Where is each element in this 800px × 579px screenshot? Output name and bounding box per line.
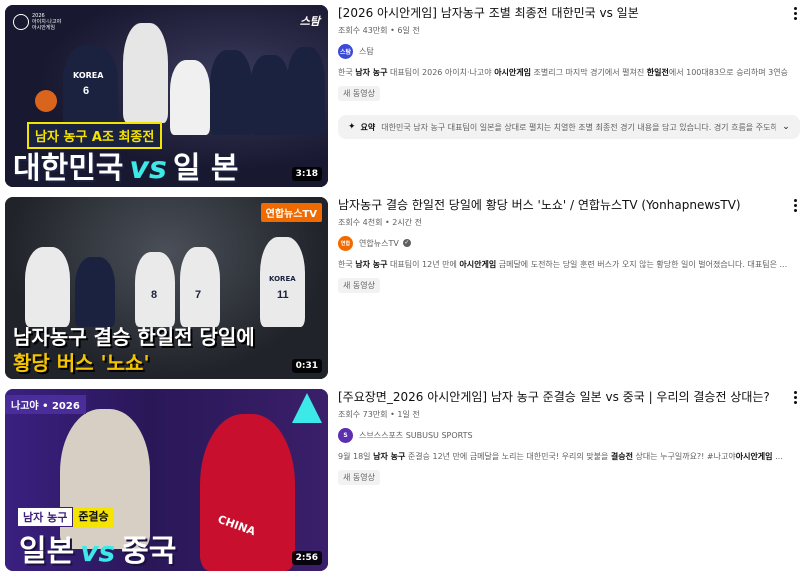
jersey-number: 8: [151, 289, 158, 301]
channel-corner-logo: 스탐: [299, 15, 320, 28]
jersey-text: KOREA: [269, 275, 296, 283]
player-figure: [75, 257, 115, 327]
video-description: 9월 18일 남자 농구 준결승 12년 만에 금메달을 노리는 대한민국! 우…: [338, 452, 783, 461]
new-video-badge: 새 동영상: [338, 470, 380, 485]
headline-right: 일 본: [172, 151, 239, 186]
video-row-2[interactable]: 8 7 KOREA 11 연합뉴스TV 남자농구 결승 한일전 당일에 황당 버…: [0, 197, 800, 381]
ai-summary[interactable]: ✦ 요약 대한민국 남자 농구 대표팀이 일본을 상대로 펼치는 치열한 조별 …: [338, 115, 800, 139]
video-description: 한국 남자 농구 대표팀이 12년 만에 아시안게임 금메달에 도전하는 당일 …: [338, 260, 788, 269]
subtitle-right: 준결승: [73, 507, 114, 527]
more-options-icon[interactable]: [794, 7, 798, 20]
basketball-icon: [35, 90, 57, 112]
headline-left: 일본: [19, 534, 75, 569]
asian-games-logo: 2026 아이치·나고야 아시안게임: [13, 13, 61, 31]
thumbnail-headline: 일본 vs 중국: [19, 526, 176, 570]
channel-avatar[interactable]: 스탐: [338, 43, 353, 59]
video-title[interactable]: [주요장면_2026 아시안게임] 남자 농구 준결승 일본 vs 중국 | 우…: [338, 389, 788, 405]
video-meta: 조회수 43만회 • 6일 전: [338, 26, 420, 35]
logo-text-3: 아시안게임: [32, 25, 56, 31]
channel-name[interactable]: 연합뉴스TV: [359, 238, 399, 249]
headline-left: 대한민국: [13, 151, 124, 186]
more-options-icon[interactable]: [794, 199, 798, 212]
video-meta: 조회수 4천회 • 2시간 전: [338, 218, 422, 227]
headline-line-2: 황당 버스 '노쇼': [13, 351, 150, 375]
player-figure: [250, 55, 290, 135]
player-figure: [123, 23, 168, 123]
video-info: 남자농구 결승 한일전 당일에 황당 버스 '노쇼' / 연합뉴스TV (Yon…: [338, 197, 788, 293]
player-figure: [180, 247, 220, 327]
player-figure: [170, 60, 210, 135]
player-figure: [287, 47, 325, 135]
jersey-number: 11: [277, 289, 289, 301]
headline-vs: vs: [80, 535, 116, 568]
chevron-down-icon[interactable]: ⌄: [782, 122, 790, 132]
headline-vs: vs: [129, 151, 167, 186]
video-duration: 2:56: [291, 551, 322, 565]
channel-name[interactable]: 스브스스포츠 SUBUSU SPORTS: [359, 430, 473, 441]
channel-avatar[interactable]: S: [338, 427, 353, 443]
headline-line-1: 남자농구 결승 한일전 당일에: [13, 325, 255, 349]
new-video-badge: 새 동영상: [338, 86, 380, 101]
summary-text: 대한민국 남자 농구 대표팀이 일본을 상대로 펼치는 치열한 조별 최종전 경…: [381, 122, 777, 132]
thumbnail-headline: 대한민국 vs 일 본: [13, 143, 238, 187]
verified-icon: ✓: [402, 239, 411, 247]
subtitle-left: 남자 농구: [17, 507, 74, 527]
jersey-text: KOREA: [73, 71, 104, 80]
channel-corner-logo: 연합뉴스TV: [260, 203, 322, 222]
channel-info[interactable]: S 스브스스포츠 SUBUSU SPORTS: [338, 427, 788, 443]
video-duration: 3:18: [291, 167, 322, 181]
video-row-3[interactable]: CHINA 나고야 • 2026 남자 농구 준결승 일본 vs 중국 2:56…: [0, 389, 800, 573]
jersey-number: 7: [195, 289, 202, 301]
video-title[interactable]: [2026 아시안게임] 남자농구 조별 최종전 대한민국 vs 일본: [338, 5, 788, 21]
channel-info[interactable]: 스탐 스탐: [338, 43, 788, 59]
logo-emblem-icon: [13, 14, 29, 30]
video-info: [2026 아시안게임] 남자농구 조별 최종전 대한민국 vs 일본 조회수 …: [338, 5, 788, 101]
video-meta: 조회수 73만회 • 1일 전: [338, 410, 420, 419]
channel-avatar[interactable]: 연합: [338, 235, 353, 251]
video-description: 한국 남자 농구 대표팀이 2026 아이치·나고야 아시안게임 조별리그 마지…: [338, 68, 788, 77]
video-thumbnail[interactable]: CHINA 나고야 • 2026 남자 농구 준결승 일본 vs 중국 2:56: [5, 389, 328, 571]
new-video-badge: 새 동영상: [338, 278, 380, 293]
video-thumbnail[interactable]: 8 7 KOREA 11 연합뉴스TV 남자농구 결승 한일전 당일에 황당 버…: [5, 197, 328, 379]
video-row-1[interactable]: 6 KOREA 2026 아이치·나고야 아시안게임 스탐 남자 농구 A조 최…: [0, 5, 800, 189]
more-options-icon[interactable]: [794, 391, 798, 404]
player-figure: [210, 50, 252, 135]
summary-label: 요약: [360, 122, 376, 132]
player-figure: [25, 247, 70, 327]
sparkle-icon: ✦: [348, 122, 356, 132]
video-duration: 0:31: [291, 359, 322, 373]
video-info: [주요장면_2026 아시안게임] 남자 농구 준결승 일본 vs 중국 | 우…: [338, 389, 788, 485]
thumbnail-subtitle: 남자 농구 준결승: [17, 507, 114, 527]
player-figure: [200, 414, 295, 571]
channel-name[interactable]: 스탐: [359, 46, 374, 57]
channel-info[interactable]: 연합 연합뉴스TV ✓: [338, 235, 788, 251]
video-title[interactable]: 남자농구 결승 한일전 당일에 황당 버스 '노쇼' / 연합뉴스TV (Yon…: [338, 197, 788, 213]
tournament-tag: 나고야 • 2026: [5, 395, 86, 414]
jersey-number: 6: [83, 85, 90, 97]
video-thumbnail[interactable]: 6 KOREA 2026 아이치·나고야 아시안게임 스탐 남자 농구 A조 최…: [5, 5, 328, 187]
headline-right: 중국: [121, 534, 177, 569]
